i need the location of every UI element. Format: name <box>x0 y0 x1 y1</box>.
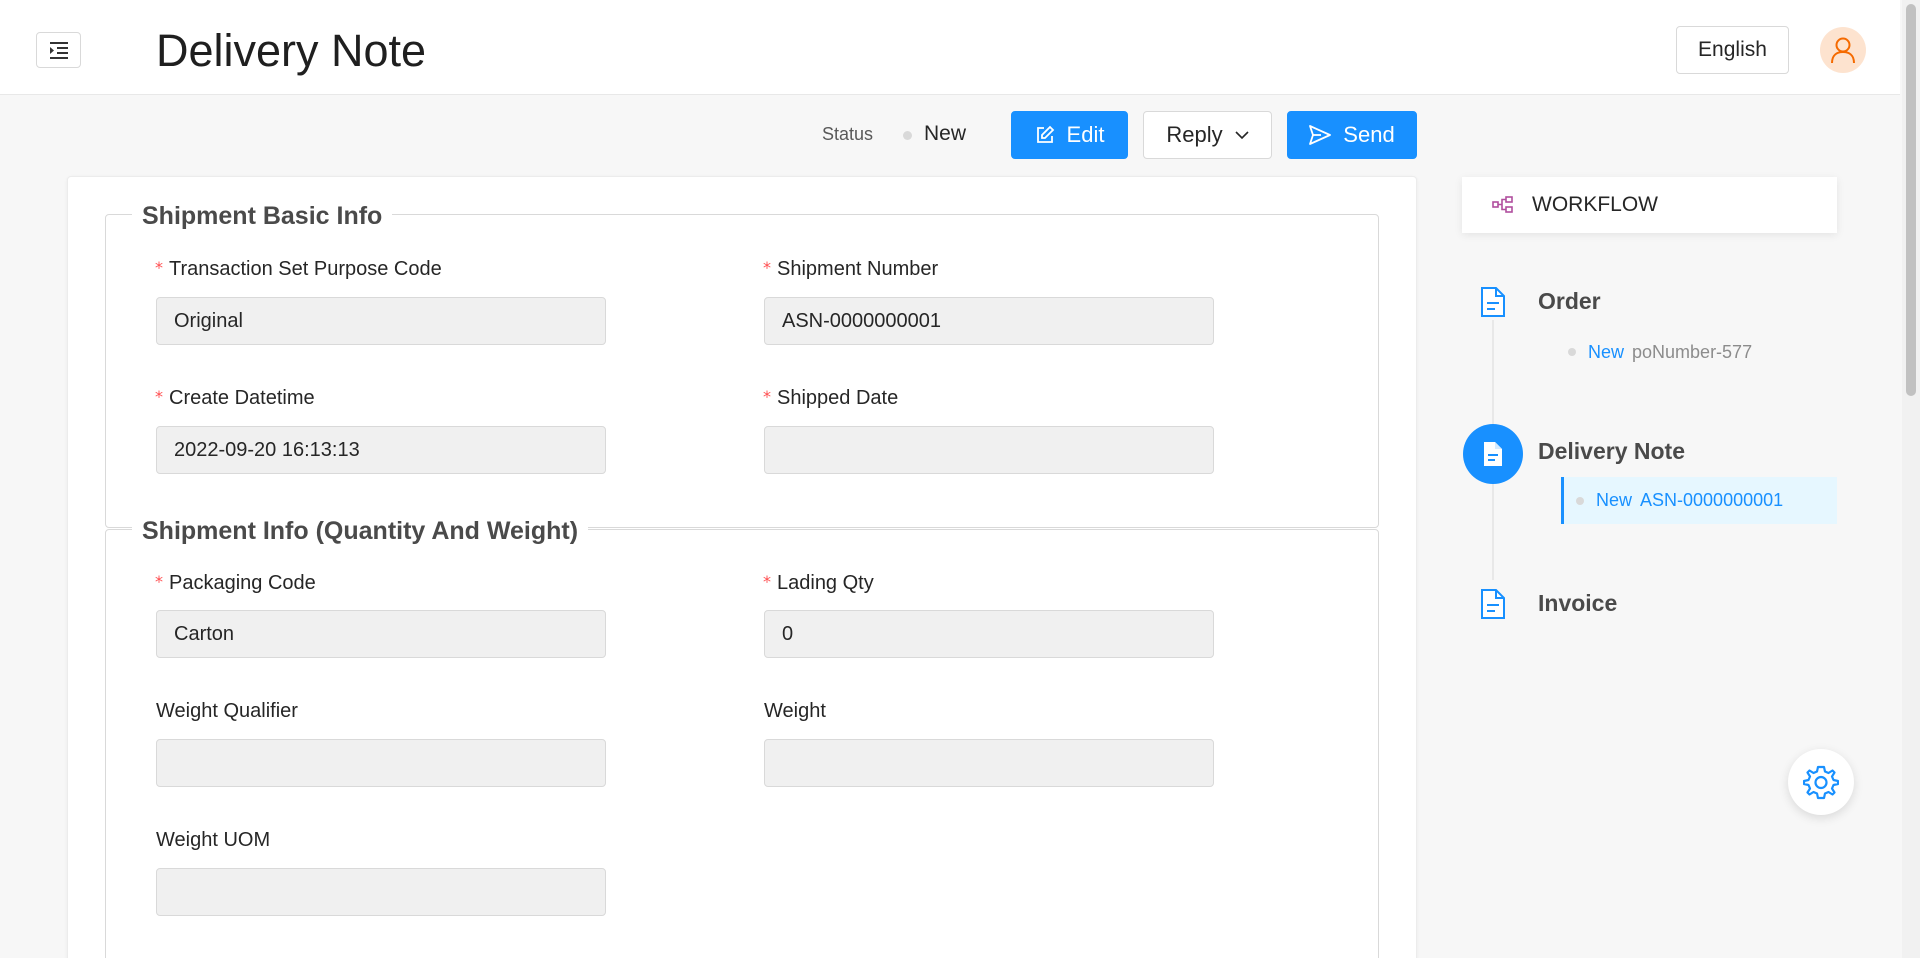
required-marker: * <box>155 387 163 406</box>
packaging-code-field[interactable]: Carton <box>156 610 606 658</box>
section-title: Shipment Basic Info <box>132 201 393 231</box>
section-title: Shipment Info (Quantity And Weight) <box>132 516 589 546</box>
language-select-button[interactable]: English <box>1676 26 1789 74</box>
scrollbar-thumb[interactable] <box>1906 4 1916 396</box>
shipped-date-field[interactable] <box>764 426 1214 474</box>
required-marker: * <box>155 258 163 277</box>
workflow-item-delivery-note[interactable]: New ASN-0000000001 <box>1561 477 1837 524</box>
settings-button[interactable] <box>1788 749 1854 815</box>
lading-qty-field[interactable]: 0 <box>764 610 1214 658</box>
send-button-label: Send <box>1343 122 1395 147</box>
invoice-document-icon <box>1463 574 1523 634</box>
gear-icon <box>1803 765 1839 800</box>
workflow-title: WORKFLOW <box>1532 193 1658 216</box>
chevron-down-icon <box>1235 131 1249 140</box>
workflow-item-status: New <box>1588 341 1625 362</box>
workflow-item-order[interactable]: New poNumber-577 <box>1568 340 1752 364</box>
workflow-node-order[interactable]: Order <box>1538 288 1601 315</box>
weight-qualifier-field[interactable] <box>156 739 606 787</box>
workflow-item-status: New <box>1596 490 1633 510</box>
shipment-number-field[interactable]: ASN-0000000001 <box>764 297 1214 345</box>
edit-button[interactable]: Edit <box>1011 111 1128 159</box>
field-label-weight-qualifier: Weight Qualifier <box>156 700 298 722</box>
workflow-item-number: ASN-0000000001 <box>1640 490 1784 510</box>
required-marker: * <box>763 258 771 277</box>
status-dot <box>1568 348 1576 356</box>
order-document-icon <box>1463 272 1523 332</box>
field-label-lading-qty: * Lading Qty <box>763 572 874 594</box>
status-label: Status <box>822 124 874 144</box>
workflow-node-invoice[interactable]: Invoice <box>1538 590 1617 617</box>
field-label-weight: Weight <box>764 700 826 722</box>
workflow-node-delivery-note[interactable]: Delivery Note <box>1538 438 1685 465</box>
field-label-weight-uom: Weight UOM <box>156 829 271 851</box>
status-dot <box>903 131 912 140</box>
transaction-set-purpose-code-field[interactable]: Original <box>156 297 606 345</box>
send-icon <box>1309 125 1332 145</box>
create-datetime-field[interactable]: 2022-09-20 16:13:13 <box>156 426 606 474</box>
required-marker: * <box>763 572 771 591</box>
app-header: Delivery Note English <box>0 0 1900 95</box>
workflow-icon <box>1492 196 1513 213</box>
required-marker: * <box>155 572 163 591</box>
weight-uom-field[interactable] <box>156 868 606 916</box>
workflow-header[interactable]: WORKFLOW <box>1462 177 1837 233</box>
required-marker: * <box>763 387 771 406</box>
menu-indent-icon <box>49 42 68 59</box>
field-label-create-datetime: * Create Datetime <box>155 387 315 409</box>
weight-field[interactable] <box>764 739 1214 787</box>
edit-icon <box>1036 125 1054 143</box>
delivery-note-document-icon <box>1463 424 1523 484</box>
page-scrollbar[interactable] <box>1902 0 1920 958</box>
field-label-transaction-set-purpose-code: * Transaction Set Purpose Code <box>155 258 442 280</box>
field-label-shipped-date: * Shipped Date <box>763 387 899 409</box>
user-icon <box>1831 37 1855 64</box>
status-value: New <box>924 122 967 145</box>
user-avatar[interactable] <box>1820 27 1866 73</box>
field-label-shipment-number: * Shipment Number <box>763 258 939 280</box>
page-title: Delivery Note <box>156 25 427 76</box>
menu-toggle-button[interactable] <box>36 32 81 68</box>
reply-button-label: Reply <box>1166 122 1223 147</box>
edit-button-label: Edit <box>1066 122 1105 147</box>
status-dot <box>1576 496 1584 505</box>
field-label-packaging-code: * Packaging Code <box>155 572 316 594</box>
reply-dropdown-button[interactable]: Reply <box>1143 111 1272 159</box>
send-button[interactable]: Send <box>1287 111 1417 159</box>
workflow-item-number: poNumber-577 <box>1632 341 1753 362</box>
